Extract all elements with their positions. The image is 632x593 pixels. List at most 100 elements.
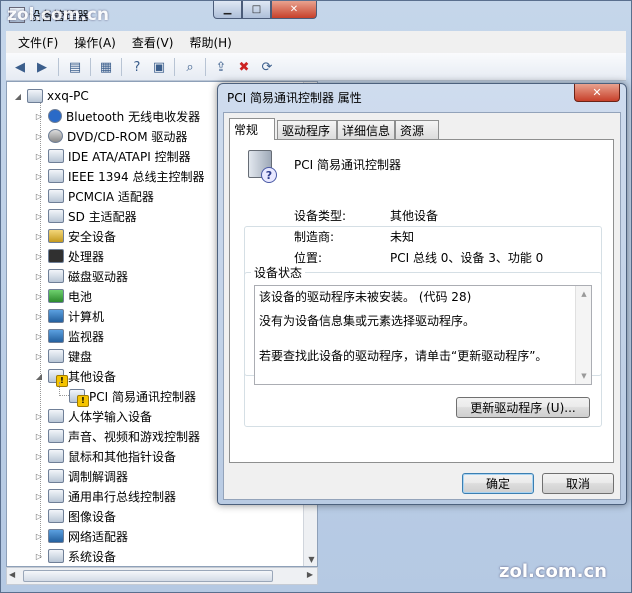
tab-resources[interactable]: 资源 (395, 120, 439, 139)
expand-icon[interactable]: ▷ (34, 112, 44, 121)
scroll-down-icon[interactable]: ▼ (304, 552, 317, 566)
tree-item-disk[interactable]: ▷ 磁盘驱动器 (34, 266, 128, 286)
tree-item-other-devices[interactable]: ◢ 其他设备 (34, 366, 116, 387)
tree-item-label: 处理器 (68, 249, 105, 264)
expand-icon[interactable]: ▷ (34, 252, 44, 261)
expand-icon[interactable]: ▷ (34, 352, 44, 361)
tree-item-monitor[interactable]: ▷ 监视器 (34, 326, 104, 346)
tree-item-label: 调制解调器 (68, 469, 129, 484)
tree-item-label: 通用串行总线控制器 (68, 489, 177, 504)
ide-controller-icon (48, 149, 64, 163)
expand-icon[interactable]: ▷ (34, 292, 44, 301)
expand-icon[interactable]: ▷ (34, 452, 44, 461)
sound-icon (48, 429, 64, 443)
dialog-close-button[interactable]: ✕ (574, 84, 620, 102)
tab-details[interactable]: 详细信息 (337, 120, 395, 139)
scroll-thumb[interactable] (23, 570, 273, 582)
console-tree-icon: ▤ (68, 59, 82, 75)
expand-icon[interactable]: ▷ (34, 492, 44, 501)
maximize-button[interactable]: □ (242, 1, 271, 19)
status-line-3: 若要查找此设备的驱动程序，请单击“更新驱动程序”。 (259, 349, 548, 363)
expand-icon[interactable]: ▷ (34, 272, 44, 281)
status-scrollbar[interactable]: ▲ ▼ (575, 286, 591, 384)
update-driver-icon: ⇪ (215, 59, 227, 75)
expand-icon[interactable]: ▷ (34, 152, 44, 161)
tree-item-network[interactable]: ▷ 网络适配器 (34, 526, 128, 546)
forward-button[interactable]: ▶ (33, 58, 51, 76)
help-button[interactable]: ? (128, 58, 146, 76)
minimize-button[interactable]: ▁ (213, 1, 242, 19)
properties-button[interactable]: ▦ (97, 58, 115, 76)
expand-icon[interactable]: ▷ (34, 232, 44, 241)
tree-item-pcmcia[interactable]: ▷ PCMCIA 适配器 (34, 186, 154, 206)
scroll-left-icon[interactable]: ◀ (9, 570, 15, 579)
tree-item-bluetooth[interactable]: ▷ Bluetooth 无线电收发器 (34, 106, 200, 126)
collapse-icon[interactable]: ◢ (34, 372, 44, 381)
menu-help[interactable]: 帮助(H) (181, 34, 239, 51)
tree-item-sd[interactable]: ▷ SD 主适配器 (34, 206, 137, 226)
menu-action[interactable]: 操作(A) (66, 34, 124, 51)
menu-bar: 文件(F) 操作(A) 查看(V) 帮助(H) (6, 31, 626, 53)
security-device-icon (48, 229, 64, 243)
tree-item-modem[interactable]: ▷ 调制解调器 (34, 466, 128, 486)
other-devices-icon (48, 369, 68, 387)
tab-driver[interactable]: 驱动程序 (277, 120, 337, 139)
pci-device-warning-icon (69, 389, 89, 407)
expand-icon[interactable]: ▷ (34, 512, 44, 521)
tree-item-battery[interactable]: ▷ 电池 (34, 286, 92, 306)
scan-hardware-button[interactable]: ⌕ (181, 58, 199, 76)
tree-item-mouse[interactable]: ▷ 鼠标和其他指针设备 (34, 446, 176, 466)
back-button[interactable]: ◀ (11, 58, 29, 76)
tree-item-label: 计算机 (68, 309, 105, 324)
expand-icon[interactable]: ▷ (34, 132, 44, 141)
tree-item-label: 图像设备 (68, 509, 117, 524)
tree-item-imaging[interactable]: ▷ 图像设备 (34, 506, 116, 526)
tree-item-label: 电池 (68, 289, 93, 304)
imaging-device-icon (48, 509, 64, 523)
menu-file[interactable]: 文件(F) (10, 34, 66, 51)
tree-item-usb[interactable]: ▷ 通用串行总线控制器 (34, 486, 176, 506)
tree-item-ide[interactable]: ▷ IDE ATA/ATAPI 控制器 (34, 146, 191, 166)
enable-device-button[interactable]: ⟳ (258, 58, 276, 76)
show-hide-tree-button[interactable]: ▤ (66, 58, 84, 76)
tree-item-ieee1394[interactable]: ▷ IEEE 1394 总线主控制器 (34, 166, 204, 186)
tree-horizontal-scrollbar[interactable]: ◀ ▶ (6, 567, 318, 585)
computer-root-icon (27, 89, 43, 103)
scroll-down-icon[interactable]: ▼ (576, 368, 592, 384)
expand-icon[interactable]: ▷ (34, 552, 44, 561)
tree-item-system[interactable]: ▷ 系统设备 (34, 546, 116, 566)
expand-icon[interactable]: ▷ (34, 432, 44, 441)
expand-icon[interactable]: ▷ (34, 332, 44, 341)
expand-icon[interactable]: ▷ (34, 192, 44, 201)
device-status-textbox[interactable]: 该设备的驱动程序未被安装。 (代码 28) 没有为设备信息集或元素选择驱动程序。… (254, 285, 592, 385)
tree-item-processor[interactable]: ▷ 处理器 (34, 246, 104, 266)
scroll-right-icon[interactable]: ▶ (307, 570, 313, 579)
expand-icon[interactable]: ▷ (34, 312, 44, 321)
expand-icon[interactable]: ▷ (34, 532, 44, 541)
expand-icon[interactable]: ▷ (34, 472, 44, 481)
update-driver-button[interactable]: 更新驱动程序 (U)... (456, 397, 590, 418)
action-pane-button[interactable]: ▣ (150, 58, 168, 76)
expand-icon[interactable]: ▷ (34, 212, 44, 221)
ok-button[interactable]: 确定 (462, 473, 534, 494)
menu-view[interactable]: 查看(V) (124, 34, 182, 51)
update-driver-toolbar-button[interactable]: ⇪ (212, 58, 230, 76)
tree-item-keyboard[interactable]: ▷ 键盘 (34, 346, 92, 366)
tree-item-hid[interactable]: ▷ 人体学输入设备 (34, 406, 152, 426)
question-mark-icon: ? (261, 167, 277, 183)
tree-item-computer[interactable]: ▷ 计算机 (34, 306, 104, 326)
tab-general[interactable]: 常规 (229, 118, 275, 140)
close-button[interactable]: ✕ (271, 1, 317, 19)
tree-item-pci-controller[interactable]: PCI 简易通讯控制器 (69, 386, 196, 407)
scroll-up-icon[interactable]: ▲ (576, 286, 592, 302)
tree-item-dvd[interactable]: ▷ DVD/CD-ROM 驱动器 (34, 126, 187, 146)
tree-root[interactable]: ◢ xxq-PC (13, 86, 89, 106)
cancel-button[interactable]: 取消 (542, 473, 614, 494)
uninstall-button[interactable]: ✖ (235, 58, 253, 76)
expand-icon[interactable]: ▷ (34, 172, 44, 181)
title-bar[interactable]: 设备管理器 zol.com.cn ▁ □ ✕ (1, 1, 631, 29)
tree-item-security[interactable]: ▷ 安全设备 (34, 226, 116, 246)
collapse-icon[interactable]: ◢ (13, 92, 23, 101)
tree-item-sound[interactable]: ▷ 声音、视频和游戏控制器 (34, 426, 200, 446)
expand-icon[interactable]: ▷ (34, 412, 44, 421)
